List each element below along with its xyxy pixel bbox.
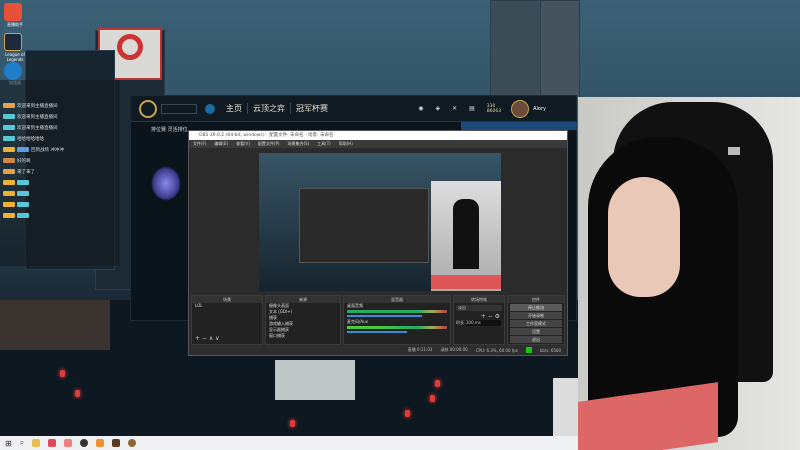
chat-overlay: 欢迎来到主播直播间 欢迎来到主播直播间 欢迎来到主播直播间 哈哈哈哈哈哈 回到战… [0,80,120,266]
store-icon[interactable]: ▤ [469,105,475,112]
source-item[interactable]: 窗口捕获 [266,333,340,339]
start-recording-button[interactable]: 开始录制 [510,312,562,319]
search-icon[interactable]: ⌕ [20,438,24,448]
menu-view[interactable]: 查看(V) [236,140,250,148]
menu-profile[interactable]: 配置文件(P) [258,140,280,148]
rank-emblem [151,166,181,201]
obs-preview[interactable] [259,153,501,291]
boat [275,360,355,400]
obs-icon[interactable] [80,439,89,447]
obs-menu-bar: 文件(F) 编辑(E) 查看(V) 配置文件(P) 场景集合(S) 工具(T) … [189,140,567,148]
scene-item[interactable]: LOL [192,303,262,309]
studio-mode-button[interactable]: 工作室模式 [510,320,562,327]
chat-message [0,210,120,221]
obs-window: OBS 29.0.2 (64-bit, windows) - 配置文件: 未命名… [188,130,568,356]
mixer-dock: 混音器 桌面音频 麦克风/Aux [343,295,451,345]
webcam-overlay [578,97,800,450]
connection-status-indicator [525,347,532,353]
loot-icon[interactable]: ✕ [452,105,457,112]
friend-panel-header [461,122,577,130]
chat-message: 回到战场 冲冲冲 [0,144,120,155]
chat-message: 欢迎来到主播直播间 [0,122,120,133]
nav-clash[interactable]: 冠军杯赛 [291,103,333,114]
mixer-channel-label: 桌面音频 [347,303,363,308]
play-button[interactable] [161,103,197,114]
volume-slider[interactable] [347,315,422,317]
menu-help[interactable]: 帮助(H) [339,140,353,148]
queue-title: 排位赛 灵活排位 [151,127,188,133]
chat-message: 好的啊 [0,155,120,166]
menu-tools[interactable]: 工具(T) [317,140,331,148]
boat [0,300,110,350]
person-face [608,177,680,297]
desktop-icon-lol[interactable] [4,33,22,51]
settings-button[interactable]: 设置 [510,328,562,335]
chat-message: 哈哈哈哈哈哈 [0,133,120,144]
chat-message [0,188,120,199]
sources-dock: 来源 摄像头画面 文本 (GDI+) 捕获 游戏输入捕获 显示器捕获 窗口捕获 [265,295,341,345]
profile-icon[interactable]: ◉ [418,105,423,112]
app-icon[interactable] [48,439,57,447]
nav-home[interactable]: 主页 [221,103,248,114]
nested-obs-preview [299,188,429,263]
obs-status-bar: 直播 0:11:03 录制 00:00:00 CPU: 6.3%, 60.00 … [189,345,567,355]
duration-input[interactable]: 300 ms [466,320,501,326]
mixer-channel-label: 麦克风/Aux [347,319,368,324]
chat-message: 欢迎来到主播直播间 [0,111,120,122]
collection-icon[interactable]: ◈ [435,105,440,112]
username: Alory [533,105,546,112]
stop-streaming-button[interactable]: 停止推流 [510,304,562,311]
chat-message: 欢迎来到主播直播间 [0,100,120,111]
nav-tft[interactable]: 云顶之弈 [248,103,291,114]
transitions-dock: 转场特效 淡出 + − ⚙ 时长 300 ms [453,295,505,345]
controls-dock: 控件 停止推流 开始录制 工作室模式 设置 退出 [507,295,565,345]
keyboard-preview [431,275,501,289]
obs-title-bar: OBS 29.0.2 (64-bit, windows) - 配置文件: 未命名… [189,131,567,140]
lol-nav-bar: 主页 云顶之弈 冠军杯赛 ◉ ◈ ✕ ▤ 330 86063 Alory [131,96,576,122]
chat-message [0,199,120,210]
taskbar: ⊞ ⌕ [0,436,578,450]
desktop-icon-app[interactable] [4,3,22,21]
menu-edit[interactable]: 编辑(E) [214,140,228,148]
lol-icon[interactable] [128,439,137,447]
desktop-icon-accelerator[interactable] [4,62,22,80]
side-widget [553,378,578,436]
app-icon[interactable] [64,439,73,447]
chat-message: 来了来了 [0,166,120,177]
start-button-icon[interactable]: ⊞ [5,439,12,448]
chat-message [0,177,120,188]
menu-scene-collection[interactable]: 场景集合(S) [287,140,309,148]
menu-file[interactable]: 文件(F) [193,140,206,148]
lol-logo-icon [139,99,157,118]
file-explorer-icon[interactable] [32,439,41,447]
be-balance: 86063 [486,108,502,114]
wall-outlet [728,147,740,155]
scenes-dock: 场景 LOL + − ∧ ∨ [191,295,263,345]
transition-select[interactable]: 淡出 [456,305,502,311]
volume-slider[interactable] [347,331,407,333]
status-icon [205,103,215,114]
avatar[interactable] [511,99,530,118]
app-icon[interactable] [96,439,105,447]
exit-button[interactable]: 退出 [510,336,562,343]
app-icon[interactable] [112,439,121,447]
